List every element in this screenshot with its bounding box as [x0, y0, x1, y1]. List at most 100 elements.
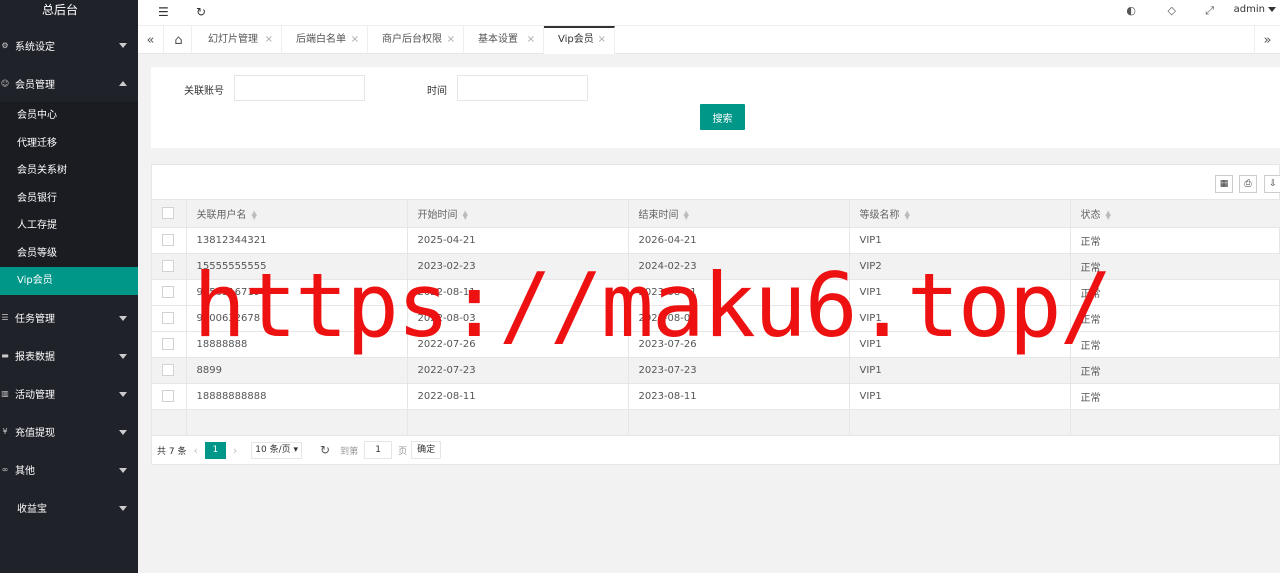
nav-group-activity: ▥ 活动管理 [0, 375, 138, 413]
total-count: 共 7 条 [157, 446, 187, 457]
sidebar-item-agent-migration[interactable]: 代理迁移 [0, 130, 138, 158]
home-icon[interactable]: ⌂ [166, 26, 192, 54]
col-label: 开始时间 [417, 209, 458, 221]
columns-filter-icon[interactable]: ▦ [1215, 175, 1233, 193]
cell-level: VIP1 [849, 227, 1071, 254]
close-icon[interactable]: × [598, 28, 606, 52]
sort-icon[interactable]: ▲ ▼ [463, 209, 468, 220]
activity-icon: ▥ [1, 389, 9, 398]
sidebar-item-manual-deposit[interactable]: 人工存提 [0, 212, 138, 240]
tabs-bar: « ⌂ 幻灯片管理 × 后端白名单 × 商户后台权限 × 基本设置 × Vip会员 × » [138, 26, 1280, 54]
page-label: 页 [398, 446, 408, 457]
col-end-time[interactable]: 结束时间 ▲ ▼ [628, 200, 850, 228]
prev-page-icon[interactable]: ‹ [193, 444, 197, 457]
sort-icon[interactable]: ▲ ▼ [1106, 209, 1111, 220]
row-checkbox[interactable] [162, 260, 174, 272]
goto-label: 到第 [340, 446, 359, 457]
row-checkbox[interactable] [162, 390, 174, 402]
table-row: 9656516719 2022-08-11 2023-08-11 VIP1 正常 [152, 279, 1280, 306]
sidebar-item-member-tree[interactable]: 会员关系树 [0, 157, 138, 185]
vip-table: 关联用户名 ▲ ▼ 开始时间 ▲ ▼ 结束时间 ▲ ▼ 等级名称 ▲ ▼ 状态 ▲ ▼ 138123… [152, 200, 1280, 436]
nav-member-management[interactable]: ☺ 会员管理 [0, 64, 138, 102]
col-username[interactable]: 关联用户名 ▲ ▼ [186, 200, 408, 228]
tag-icon[interactable]: ◇ [1168, 4, 1176, 17]
goto-page-input[interactable]: 1 [364, 441, 393, 459]
cell-end: 2023-07-23 [628, 357, 850, 384]
goto-confirm-button[interactable]: 确定 [411, 441, 442, 459]
tabs-scroll-right-icon[interactable]: » [1254, 26, 1280, 54]
row-checkbox[interactable] [162, 364, 174, 376]
row-checkbox[interactable] [162, 338, 174, 350]
select-all-checkbox[interactable] [162, 207, 174, 220]
top-header: ☰ ↻ ◐ ◇ ⤢ admin [138, 0, 1280, 26]
cell-end: 2026-04-21 [628, 227, 850, 254]
nav-group-reports: ▬ 报表数据 [0, 337, 138, 375]
next-page-icon[interactable]: › [233, 444, 237, 457]
tasks-icon: ☰ [1, 313, 9, 322]
sidebar-item-member-bank[interactable]: 会员银行 [0, 185, 138, 213]
close-icon[interactable]: × [265, 26, 273, 54]
nav-label: 收益宝 [17, 504, 47, 515]
close-icon[interactable]: × [527, 26, 535, 54]
row-checkbox[interactable] [162, 234, 174, 246]
tab-whitelist[interactable]: 后端白名单 × [282, 26, 368, 54]
nav-group-other: ∞ 其他 [0, 451, 138, 489]
col-start-time[interactable]: 开始时间 ▲ ▼ [407, 200, 629, 228]
sidebar-item-member-center[interactable]: 会员中心 [0, 102, 138, 130]
col-status[interactable]: 状态 ▲ ▼ [1070, 200, 1280, 228]
cell-username: 18888888 [186, 331, 408, 358]
nav-system-settings[interactable]: ⚙ 系统设定 [0, 26, 138, 64]
tabs-scroll-left-icon[interactable]: « [138, 26, 164, 54]
time-input[interactable] [457, 75, 588, 101]
close-icon[interactable]: × [447, 26, 455, 54]
sort-icon[interactable]: ▲ ▼ [905, 209, 910, 220]
table-row: 13812344321 2025-04-21 2026-04-21 VIP1 正… [152, 227, 1280, 254]
refresh-icon[interactable]: ↻ [320, 443, 330, 457]
theme-icon[interactable]: ◐ [1126, 4, 1136, 17]
refresh-icon[interactable]: ↻ [196, 5, 206, 19]
empty-cell [186, 409, 408, 436]
print-icon[interactable]: ⎙ [1239, 175, 1257, 193]
export-icon[interactable]: ⇩ [1264, 175, 1280, 193]
tab-vip[interactable]: Vip会员 × [544, 26, 615, 54]
row-select-cell [152, 253, 187, 280]
cell-end: 2024-02-23 [628, 253, 850, 280]
col-level[interactable]: 等级名称 ▲ ▼ [849, 200, 1071, 228]
nav-recharge[interactable]: ¥ 充值提现 [0, 413, 138, 451]
row-select-cell [152, 227, 187, 254]
user-menu[interactable]: admin [1234, 4, 1276, 15]
pagination: 共 7 条 ‹ 1 › 10 条/页 ▾ ↻ 到第 1 页 确定 [152, 436, 1279, 464]
submenu-members: 会员中心 代理迁移 会员关系树 会员银行 人工存提 会员等级 Vip会员 [0, 102, 138, 295]
cell-end: 2023-08-11 [628, 279, 850, 306]
menu-toggle-icon[interactable]: ☰ [158, 5, 169, 19]
page-size-select[interactable]: 10 条/页 ▾ [251, 441, 303, 459]
chevron-down-icon [119, 505, 127, 511]
cell-start: 2023-02-23 [407, 253, 629, 280]
nav-task-management[interactable]: ☰ 任务管理 [0, 299, 138, 337]
sidebar-item-member-level[interactable]: 会员等级 [0, 240, 138, 268]
close-icon[interactable]: × [351, 26, 359, 54]
row-checkbox[interactable] [162, 312, 174, 324]
nav-other[interactable]: ∞ 其他 [0, 451, 138, 489]
sort-icon[interactable]: ▲ ▼ [252, 209, 257, 220]
sidebar-item-vip[interactable]: Vip会员 [0, 267, 138, 295]
nav-yield[interactable]: 收益宝 [0, 489, 138, 527]
cell-start: 2022-07-23 [407, 357, 629, 384]
yen-icon: ¥ [2, 427, 8, 436]
tab-merchant-perms[interactable]: 商户后台权限 × [368, 26, 464, 54]
search-button[interactable]: 搜索 [700, 104, 745, 130]
nav-reports[interactable]: ▬ 报表数据 [0, 337, 138, 375]
tab-slides[interactable]: 幻灯片管理 × [194, 26, 282, 54]
nav-activity[interactable]: ▥ 活动管理 [0, 375, 138, 413]
fullscreen-icon[interactable]: ⤢ [1205, 4, 1214, 18]
row-select-cell [152, 305, 187, 332]
row-checkbox[interactable] [162, 286, 174, 298]
cell-status: 正常 [1070, 253, 1280, 280]
account-input[interactable] [234, 75, 365, 101]
tab-basic-settings[interactable]: 基本设置 × [464, 26, 544, 54]
time-label: 时间 [427, 86, 447, 97]
cell-level: VIP1 [849, 279, 1071, 306]
current-page[interactable]: 1 [204, 441, 226, 459]
sort-icon[interactable]: ▲ ▼ [684, 209, 689, 220]
row-select-cell [152, 331, 187, 358]
